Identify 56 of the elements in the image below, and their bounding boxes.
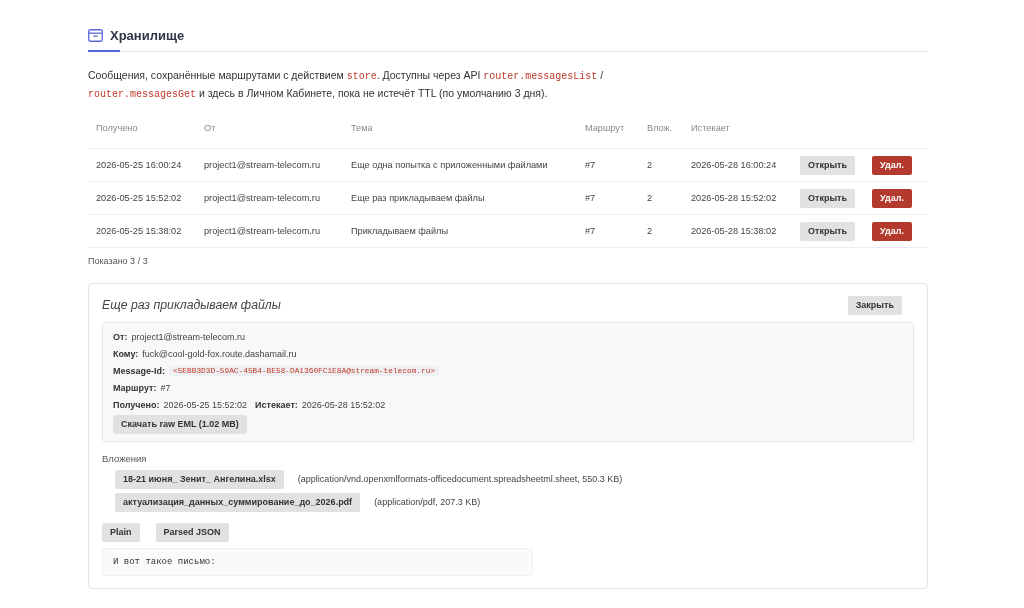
download-button[interactable]: Скачать raw EML (1.02 MB) xyxy=(113,415,247,434)
table-cell-text: Еще раз прикладываем файлы xyxy=(350,193,486,203)
table-cell-text: #7 xyxy=(584,193,597,203)
column-header: Тема xyxy=(350,123,374,133)
table-cell-text: 2026-05-28 15:38:02 xyxy=(690,226,778,236)
field-label: Истекает: xyxy=(255,399,298,410)
field-label: Кому: xyxy=(113,349,139,360)
close-button[interactable]: Закрыть xyxy=(847,295,902,315)
table-cell-text: #7 xyxy=(584,160,597,170)
table-cell-text: 2026-05-25 15:38:02 xyxy=(95,226,183,236)
attachments-label: Вложения xyxy=(102,453,148,464)
field-label: От: xyxy=(113,332,128,343)
table-cell-text: 2026-05-25 15:52:02 xyxy=(95,193,183,203)
field-value: #7 xyxy=(160,382,171,393)
message-title: Еще раз прикладываем файлы xyxy=(102,298,281,312)
table-cell-text: project1@stream-telecom.ru xyxy=(203,193,322,203)
view-button[interactable]: Plain xyxy=(102,523,140,542)
attachment-button[interactable]: 18-21 июня_ Зенит_ Ангелина.xlsx xyxy=(115,470,284,489)
table-cell-text: 2 xyxy=(646,226,654,236)
attachment-type: (application/pdf, 207.3 KB) xyxy=(374,497,481,508)
field-value: fuck@cool-gold-fox.route.dashamail.ru xyxy=(142,349,297,360)
field-label: Маршрут: xyxy=(113,382,157,393)
table-cell-text: 2 xyxy=(646,193,654,203)
field-value: 2026-05-28 15:52:02 xyxy=(301,399,386,410)
column-header: Получено xyxy=(95,123,139,133)
table-cell-text: project1@stream-telecom.ru xyxy=(203,160,322,170)
table-cell-text: project1@stream-telecom.ru xyxy=(203,226,322,236)
open-button[interactable]: Открыть xyxy=(800,155,856,175)
table-cell-text: 2026-05-28 16:00:24 xyxy=(690,160,778,170)
page-title: Хранилище xyxy=(110,27,185,43)
field-value: 2026-05-25 15:52:02 xyxy=(163,399,248,410)
description-text: Сообщения, сохранённые маршрутами с действием store. Доступны через API router.messagesList / router.messagesGet и здесь в Личном Кабинете, пока не истечёт TTL (по умолчанию 3 дня). xyxy=(88,68,605,102)
column-header: Маршрут xyxy=(584,123,626,133)
message-body: И вот такое письмо: xyxy=(102,548,533,576)
open-button[interactable]: Открыть xyxy=(800,221,856,241)
table-cell-text: Прикладываем файлы xyxy=(350,226,450,236)
attachment-button[interactable]: актуализация_данных_суммирование_до_2026.pdf xyxy=(115,493,361,512)
table-cell-text: 2 xyxy=(646,160,654,170)
table-cell-text: Еще одна попытка с приложенными файлами xyxy=(350,160,549,170)
delete-button[interactable]: Удал. xyxy=(872,188,912,208)
column-header: Влож. xyxy=(646,123,674,133)
box-icon xyxy=(88,28,103,42)
table-cell-text: 2026-05-25 16:00:24 xyxy=(95,160,183,170)
field-label: Получено: xyxy=(113,399,160,410)
field-label: Message-Id: xyxy=(113,366,165,376)
column-header: От xyxy=(203,123,217,133)
table-cell-text: #7 xyxy=(584,226,597,236)
count-text: Показано 3 / 3 xyxy=(88,256,149,266)
delete-button[interactable]: Удал. xyxy=(872,155,912,175)
field-value: project1@stream-telecom.ru xyxy=(131,332,246,343)
attachment-type: (application/vnd.openxmlformats-officedocument.spreadsheetml.sheet, 550.3 KB) xyxy=(297,474,623,485)
table-cell-text: 2026-05-28 15:52:02 xyxy=(690,193,778,203)
open-button[interactable]: Открыть xyxy=(800,188,856,208)
column-header: Истекает xyxy=(690,123,731,133)
view-button[interactable]: Parsed JSON xyxy=(155,523,229,542)
delete-button[interactable]: Удал. xyxy=(872,221,912,241)
